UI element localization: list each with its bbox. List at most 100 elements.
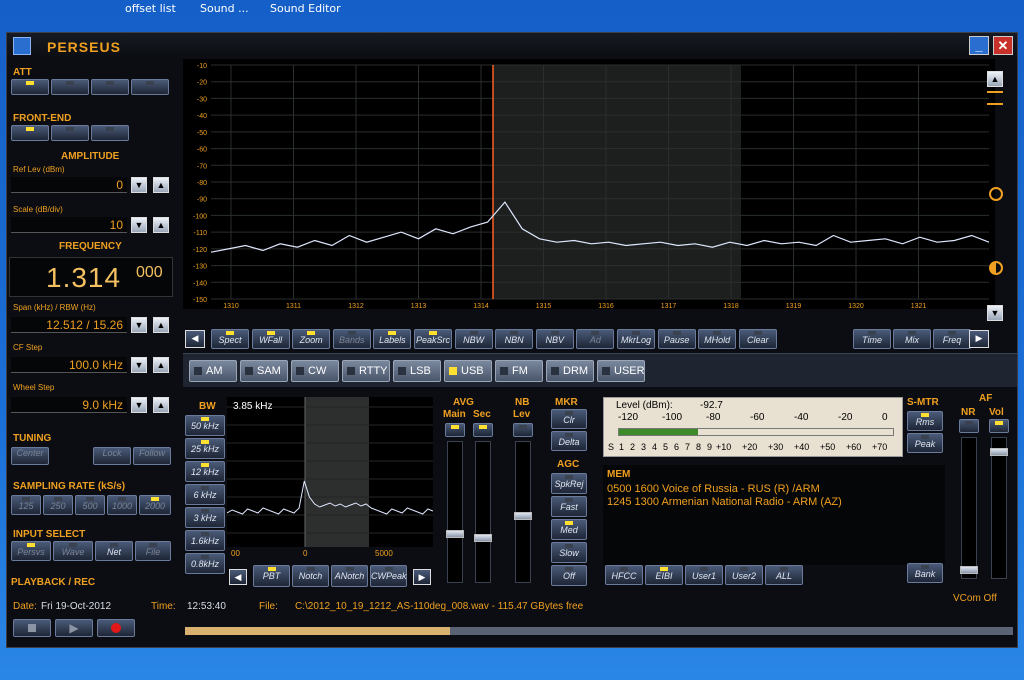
- bank-button[interactable]: Bank: [907, 563, 943, 583]
- arrow-down-icon[interactable]: ▼: [131, 317, 147, 333]
- spectrum-freq-button[interactable]: Freq: [933, 329, 971, 349]
- sampling-button[interactable]: 2000: [139, 495, 171, 515]
- tuning-follow-button[interactable]: Follow: [133, 447, 171, 465]
- scale-field[interactable]: 10: [11, 217, 127, 233]
- nr-slider[interactable]: [960, 437, 978, 579]
- sampling-button[interactable]: 125: [11, 495, 41, 515]
- bw-preset-button[interactable]: 6 kHz: [185, 484, 225, 505]
- mode-fm-button[interactable]: FM: [495, 360, 543, 382]
- spectrum-mix-button[interactable]: Mix: [893, 329, 931, 349]
- att-button[interactable]: [131, 79, 169, 95]
- arrow-down-icon[interactable]: ▼: [131, 357, 147, 373]
- bw-preset-button[interactable]: 50 kHz: [185, 415, 225, 436]
- mode-sam-button[interactable]: SAM: [240, 360, 288, 382]
- stop-button[interactable]: [13, 619, 51, 637]
- passband-display[interactable]: [227, 397, 433, 547]
- frontend-button[interactable]: [91, 125, 129, 141]
- att-button[interactable]: [51, 79, 89, 95]
- bw-preset-button[interactable]: 0.8kHz: [185, 553, 225, 574]
- scroll-up-icon[interactable]: ▲: [987, 71, 1003, 87]
- mem-hfcc-button[interactable]: HFCC: [605, 565, 643, 585]
- avg-main-toggle[interactable]: [445, 423, 465, 437]
- att-button[interactable]: [11, 79, 49, 95]
- spectrum-mkrlog-button[interactable]: MkrLog: [617, 329, 655, 349]
- mem-all-button[interactable]: ALL: [765, 565, 803, 585]
- arrow-down-icon[interactable]: ▼: [131, 397, 147, 413]
- nb-toggle[interactable]: [513, 423, 533, 437]
- spectrum-spect-button[interactable]: Spect: [211, 329, 249, 349]
- nb-slider[interactable]: [514, 441, 532, 583]
- bw-preset-button[interactable]: 25 kHz: [185, 438, 225, 459]
- bw-preset-button[interactable]: 1.6kHz: [185, 530, 225, 551]
- spectrum-bands-button[interactable]: Bands: [332, 329, 371, 349]
- mem-line[interactable]: 0500 1600 Voice of Russia - RUS (R) /ARM: [607, 483, 820, 496]
- record-button[interactable]: [97, 619, 135, 637]
- cf-step-field[interactable]: 100.0 kHz: [11, 357, 127, 373]
- spectrum-mhold-button[interactable]: MHold: [698, 329, 737, 349]
- wheel-step-field[interactable]: 9.0 kHz: [11, 397, 127, 413]
- tuning-center-button[interactable]: Center: [11, 447, 49, 465]
- smtr-peak-button[interactable]: Peak: [907, 433, 943, 453]
- desktop-icon-label[interactable]: Sound ...: [200, 2, 249, 15]
- spectrum-zoom-button[interactable]: Zoom: [292, 329, 331, 349]
- mem-user1-button[interactable]: User1: [685, 565, 723, 585]
- arrow-down-icon[interactable]: ▼: [131, 217, 147, 233]
- tuning-lock-button[interactable]: Lock: [93, 447, 131, 465]
- play-button[interactable]: ▶: [55, 619, 93, 637]
- arrow-up-icon[interactable]: ▲: [153, 177, 169, 193]
- span-field[interactable]: 12.512 / 15.26: [11, 317, 127, 333]
- bw-left-icon[interactable]: ◀: [229, 569, 247, 585]
- spectrum-ad-button[interactable]: Ad: [576, 329, 615, 349]
- scroll-left-icon[interactable]: ◀: [185, 330, 205, 348]
- input-wave-button[interactable]: Wave: [53, 541, 93, 561]
- arrow-up-icon[interactable]: ▲: [153, 357, 169, 373]
- arrow-down-icon[interactable]: ▼: [131, 177, 147, 193]
- avg-sec-toggle[interactable]: [473, 423, 493, 437]
- smtr-rms-button[interactable]: Rms: [907, 411, 943, 431]
- agc-off-button[interactable]: Off: [551, 565, 587, 586]
- bw-notch-button[interactable]: Notch: [292, 565, 329, 587]
- right-scrollbar[interactable]: ▲ ▼: [979, 71, 1013, 321]
- spectrum-nbn-button[interactable]: NBN: [495, 329, 534, 349]
- ref-lev-field[interactable]: 0: [11, 177, 127, 193]
- arrow-up-icon[interactable]: ▲: [153, 397, 169, 413]
- bw-preset-button[interactable]: 12 kHz: [185, 461, 225, 482]
- sampling-button[interactable]: 1000: [107, 495, 137, 515]
- input-file-button[interactable]: File: [135, 541, 171, 561]
- minimize-button[interactable]: _: [969, 36, 989, 55]
- brightness-icon[interactable]: [989, 187, 1003, 201]
- spectrum-peaksrc-button[interactable]: PeakSrc: [414, 329, 452, 349]
- mode-drm-button[interactable]: DRM: [546, 360, 594, 382]
- scroll-down-icon[interactable]: ▼: [987, 305, 1003, 321]
- agc-med-button[interactable]: Med: [551, 519, 587, 540]
- mode-am-button[interactable]: AM: [189, 360, 237, 382]
- frequency-display[interactable]: 1.314 000: [9, 257, 173, 297]
- arrow-up-icon[interactable]: ▲: [153, 317, 169, 333]
- desktop-icon-label[interactable]: offset list: [125, 2, 176, 15]
- mode-user-button[interactable]: USER: [597, 360, 645, 382]
- spectrum-wfall-button[interactable]: WFall: [251, 329, 290, 349]
- mode-usb-button[interactable]: USB: [444, 360, 492, 382]
- playback-progress[interactable]: [185, 627, 1013, 635]
- vol-slider[interactable]: [990, 437, 1008, 579]
- mem-line[interactable]: 1245 1300 Armenian National Radio - ARM …: [607, 496, 842, 509]
- bw-cwpeak-button[interactable]: CWPeak: [370, 565, 407, 587]
- spectrum-nbw-button[interactable]: NBW: [454, 329, 493, 349]
- input-net-button[interactable]: Net: [95, 541, 133, 561]
- agc-spkrej-button[interactable]: SpkRej: [551, 473, 587, 494]
- bw-anotch-button[interactable]: ANotch: [331, 565, 368, 587]
- frontend-button[interactable]: [51, 125, 89, 141]
- mode-cw-button[interactable]: CW: [291, 360, 339, 382]
- bw-preset-button[interactable]: 3 kHz: [185, 507, 225, 528]
- input-persvs-button[interactable]: Persvs: [11, 541, 51, 561]
- spectrum-pause-button[interactable]: Pause: [657, 329, 696, 349]
- mode-rtty-button[interactable]: RTTY: [342, 360, 390, 382]
- close-button[interactable]: ✕: [993, 36, 1013, 55]
- sampling-button[interactable]: 500: [75, 495, 105, 515]
- mkr-clr-button[interactable]: Clr: [551, 409, 587, 429]
- arrow-up-icon[interactable]: ▲: [153, 217, 169, 233]
- spectrum-nbv-button[interactable]: NBV: [535, 329, 574, 349]
- agc-slow-button[interactable]: Slow: [551, 542, 587, 563]
- mem-eibi-button[interactable]: EIBI: [645, 565, 683, 585]
- avg-main-slider[interactable]: [446, 441, 464, 583]
